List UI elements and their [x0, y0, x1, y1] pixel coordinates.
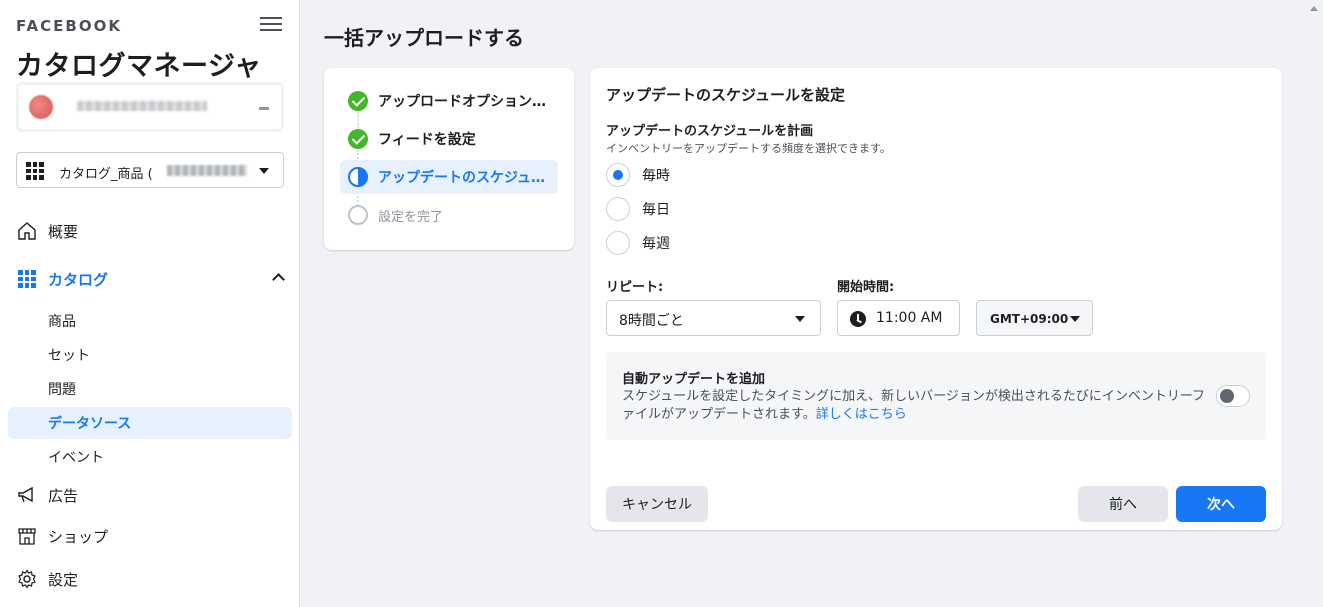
scroll-up-icon[interactable] — [1310, 6, 1318, 11]
nav-subitem-events[interactable]: イベント — [8, 441, 292, 473]
step-label: アップロードオプション… — [378, 94, 546, 110]
back-button[interactable]: 前へ — [1078, 486, 1168, 522]
nav-label: 設定 — [48, 570, 79, 589]
clock-icon — [850, 311, 866, 327]
nav-subitem-products[interactable]: 商品 — [8, 305, 292, 337]
step-upload-options[interactable]: アップロードオプション… — [340, 84, 558, 118]
nav-item-ads[interactable]: 広告 — [16, 479, 292, 511]
cancel-button[interactable]: キャンセル — [606, 486, 708, 522]
home-icon — [16, 220, 38, 242]
empty-circle-icon — [348, 205, 368, 225]
step-feed-settings[interactable]: フィードを設定 — [340, 122, 558, 156]
page-title: 一括アップロードする — [324, 26, 524, 50]
learn-more-link[interactable]: 詳しくはこちら — [816, 407, 907, 422]
radio-weekly[interactable]: 毎週 — [606, 231, 670, 255]
half-circle-icon — [348, 167, 368, 187]
radio-empty-icon[interactable] — [606, 197, 630, 221]
nav-label: 広告 — [48, 486, 79, 505]
steps-card: アップロードオプション… フィードを設定 アップデートのスケジュ… 設定を完了 — [324, 68, 574, 250]
check-circle-icon — [348, 129, 368, 149]
timezone-select[interactable]: GMT+09:00 — [976, 300, 1093, 336]
start-time-value: 11:00 AM — [876, 310, 943, 326]
schedule-plan-desc: インベントリーをアップデートする頻度を選択できます。 — [606, 142, 891, 155]
radio-label: 毎日 — [642, 202, 670, 218]
schedule-card: アップデートのスケジュールを設定 アップデートのスケジュールを計画 インベントリ… — [590, 68, 1282, 530]
radio-label: 毎週 — [642, 236, 670, 252]
nav-item-catalog[interactable]: カタログ — [16, 263, 292, 295]
timezone-value: GMT+09:00 — [990, 312, 1069, 326]
account-avatar — [29, 95, 53, 119]
nav-label: ショップ — [48, 527, 109, 546]
step-label: フィードを設定 — [378, 132, 476, 148]
catalog-id-redacted — [167, 165, 247, 176]
account-switcher[interactable] — [16, 82, 284, 132]
nav-item-shop[interactable]: ショップ — [16, 520, 292, 552]
nav-label: カタログ — [48, 270, 109, 289]
nav-item-settings[interactable]: 設定 — [16, 563, 292, 595]
repeat-select[interactable]: 8時間ごと — [606, 300, 821, 336]
radio-label: 毎時 — [642, 168, 670, 184]
sidebar: FACEBOOK カタログマネージャ カタログ_商品 ( 概要 カタログ 商品 … — [0, 0, 300, 607]
radio-hourly[interactable]: 毎時 — [606, 163, 670, 187]
account-indicator — [259, 107, 269, 110]
radio-selected-icon[interactable] — [606, 163, 630, 187]
radio-daily[interactable]: 毎日 — [606, 197, 670, 221]
radio-empty-icon[interactable] — [606, 231, 630, 255]
nav-item-overview[interactable]: 概要 — [16, 215, 292, 247]
repeat-value: 8時間ごと — [619, 313, 684, 329]
catalog-selector[interactable]: カタログ_商品 ( — [16, 152, 284, 188]
shop-icon — [16, 525, 38, 547]
chevron-down-icon — [795, 316, 805, 322]
start-time-input[interactable]: 11:00 AM — [837, 300, 960, 336]
auto-update-panel: 自動アップデートを追加 スケジュールを設定したタイミングに加え、新しいバージョン… — [606, 352, 1266, 440]
auto-update-text: スケジュールを設定したタイミングに加え、新しいバージョンが検出されるたびにインベ… — [622, 388, 1212, 424]
next-button[interactable]: 次へ — [1176, 486, 1266, 522]
nav-label: 概要 — [48, 222, 79, 241]
nav-subitem-sets[interactable]: セット — [8, 339, 292, 371]
chevron-up-icon[interactable] — [272, 273, 285, 286]
nav-subitem-data-sources[interactable]: データソース — [8, 407, 292, 439]
gear-icon — [16, 568, 38, 590]
step-finish-settings: 設定を完了 — [340, 198, 558, 232]
schedule-plan-title: アップデートのスケジュールを計画 — [606, 124, 814, 139]
account-name-redacted — [77, 101, 207, 111]
chevron-down-icon — [259, 168, 269, 174]
schedule-card-title: アップデートのスケジュールを設定 — [606, 86, 845, 104]
auto-update-toggle[interactable] — [1216, 385, 1250, 407]
catalog-selector-label: カタログ_商品 ( — [59, 167, 153, 182]
step-label: 設定を完了 — [378, 209, 444, 225]
catalog-grid-icon — [16, 268, 38, 290]
auto-update-desc: スケジュールを設定したタイミングに加え、新しいバージョンが検出されるたびにインベ… — [622, 389, 1206, 422]
hamburger-menu-icon[interactable] — [260, 14, 282, 32]
check-circle-icon — [348, 91, 368, 111]
auto-update-title: 自動アップデートを追加 — [622, 372, 766, 387]
repeat-label: リピート: — [606, 280, 664, 295]
start-time-label: 開始時間: — [837, 280, 895, 295]
facebook-brand: FACEBOOK — [16, 17, 122, 35]
step-update-schedule[interactable]: アップデートのスケジュ… — [340, 160, 558, 194]
nav-subitem-issues[interactable]: 問題 — [8, 373, 292, 405]
step-label: アップデートのスケジュ… — [378, 170, 546, 186]
catalog-grid-icon — [26, 162, 44, 180]
megaphone-icon — [16, 484, 38, 506]
chevron-down-icon — [1070, 316, 1080, 322]
app-title: カタログマネージャ — [16, 51, 262, 82]
